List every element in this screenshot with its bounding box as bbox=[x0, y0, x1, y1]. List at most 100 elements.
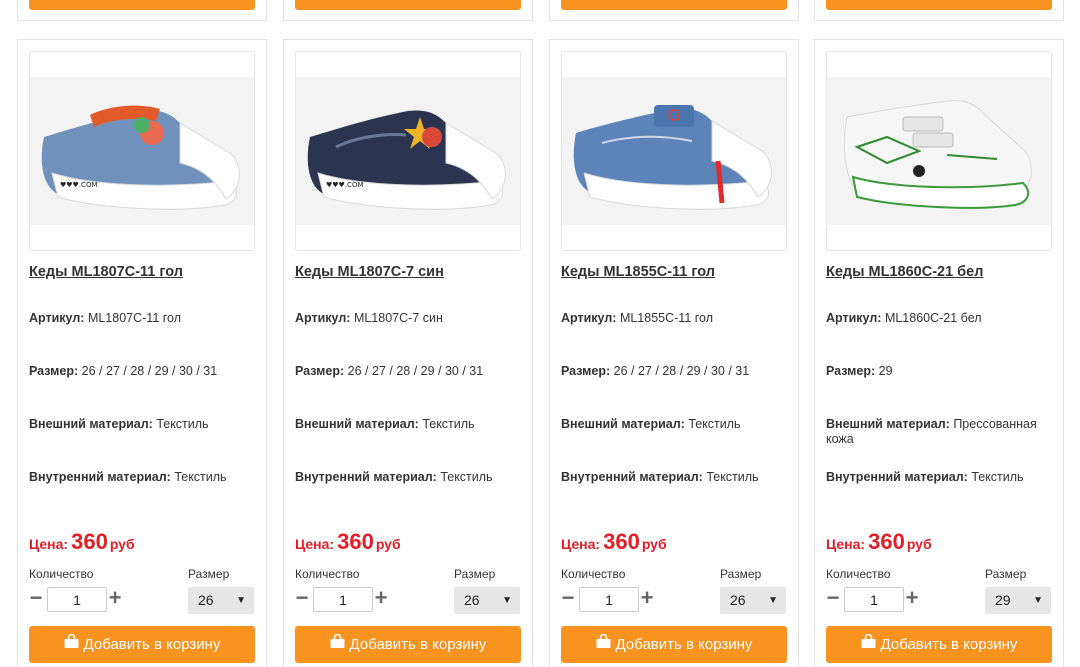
shoe-image: ♥♥♥.COM bbox=[41, 105, 240, 210]
sizes-row: Размер: 26 / 27 / 28 / 29 / 30 / 31 bbox=[29, 364, 257, 379]
size-select[interactable]: 26 ▼ bbox=[454, 587, 520, 614]
quantity-input[interactable] bbox=[579, 587, 639, 612]
price-label: Цена: bbox=[826, 536, 866, 552]
sizes-row: Размер: 26 / 27 / 28 / 29 / 30 / 31 bbox=[295, 364, 523, 379]
product-card: ♥♥♥.COM Кеды ML1807C-11 гол Артикул: ML1… bbox=[17, 39, 267, 667]
decrease-quantity-button[interactable]: − bbox=[29, 587, 43, 610]
article-label: Артикул: bbox=[295, 311, 351, 325]
price-currency: руб bbox=[641, 536, 667, 552]
shopping-bag-icon bbox=[64, 625, 79, 662]
size-select[interactable]: 26 ▼ bbox=[720, 587, 786, 614]
decrease-quantity-button[interactable]: − bbox=[561, 587, 575, 610]
add-to-cart-label: Добавить в корзину bbox=[83, 636, 221, 653]
quantity-input[interactable] bbox=[47, 587, 107, 612]
inner-material-row: Внутренний материал: Текстиль bbox=[295, 470, 523, 485]
shopping-bag-icon bbox=[596, 625, 611, 662]
add-to-cart-label: Добавить в корзину bbox=[880, 636, 1018, 653]
add-to-cart-button[interactable]: Добавить в корзину bbox=[826, 626, 1052, 663]
inner-material-row: Внутренний материал: Текстиль bbox=[561, 470, 789, 485]
shopping-bag-icon bbox=[330, 625, 345, 662]
inner-material-label: Внутренний материал: bbox=[295, 470, 437, 484]
add-to-cart-label: Добавить в корзину bbox=[615, 636, 753, 653]
quantity-label: Количество bbox=[29, 567, 94, 581]
add-to-cart-button[interactable]: Добавить в корзину bbox=[295, 626, 521, 663]
size-select-value: 26 bbox=[730, 592, 746, 608]
caret-down-icon: ▼ bbox=[768, 595, 778, 606]
quantity-label: Количество bbox=[826, 567, 891, 581]
size-select[interactable]: 29 ▼ bbox=[985, 587, 1051, 614]
previous-product-card bbox=[814, 0, 1064, 21]
outer-material-row: Внешний материал: Прессованная кожа bbox=[826, 417, 1054, 447]
sizes-value: 29 bbox=[878, 364, 893, 378]
article-value: ML1860C-21 бел bbox=[884, 311, 982, 325]
outer-material-row: Внешний материал: Текстиль bbox=[561, 417, 789, 432]
price: Цена: 360 руб bbox=[295, 529, 401, 555]
inner-material-value: Текстиль bbox=[174, 470, 227, 484]
inner-material-label: Внутренний материал: bbox=[561, 470, 703, 484]
sizes-label: Размер: bbox=[29, 364, 79, 378]
product-image[interactable] bbox=[561, 51, 787, 251]
product-grid: ♥♥♥.COM Кеды ML1807C-11 гол Артикул: ML1… bbox=[0, 0, 1080, 667]
article-row: Артикул: ML1860C-21 бел bbox=[826, 311, 1054, 326]
article-value: ML1855C-11 гол bbox=[619, 311, 714, 325]
increase-quantity-button[interactable]: + bbox=[373, 587, 389, 610]
inner-material-row: Внутренний материал: Текстиль bbox=[29, 470, 257, 485]
svg-text:♥♥♥.COM: ♥♥♥.COM bbox=[326, 181, 364, 189]
add-to-cart-button[interactable] bbox=[826, 0, 1052, 10]
caret-down-icon: ▼ bbox=[236, 595, 246, 606]
price-label: Цена: bbox=[295, 536, 335, 552]
outer-material-label: Внешний материал: bbox=[295, 417, 419, 431]
product-card: Кеды ML1855C-11 гол Артикул: ML1855C-11 … bbox=[549, 39, 799, 667]
sizes-row: Размер: 26 / 27 / 28 / 29 / 30 / 31 bbox=[561, 364, 789, 379]
outer-material-value: Текстиль bbox=[422, 417, 475, 431]
outer-material-label: Внешний материал: bbox=[826, 417, 950, 431]
product-title-link[interactable]: Кеды ML1807C-7 син bbox=[295, 264, 444, 280]
product-title-link[interactable]: Кеды ML1855C-11 гол bbox=[561, 264, 715, 280]
decrease-quantity-button[interactable]: − bbox=[295, 587, 309, 610]
add-to-cart-button[interactable] bbox=[29, 0, 255, 10]
product-image[interactable]: ♥♥♥.COM bbox=[29, 51, 255, 251]
increase-quantity-button[interactable]: + bbox=[639, 587, 655, 610]
add-to-cart-button[interactable]: Добавить в корзину bbox=[29, 626, 255, 663]
product-image[interactable] bbox=[826, 51, 1052, 251]
sizes-label: Размер: bbox=[826, 364, 876, 378]
previous-product-card bbox=[549, 0, 799, 21]
size-select[interactable]: 26 ▼ bbox=[188, 587, 254, 614]
quantity-input[interactable] bbox=[844, 587, 904, 612]
product-title-link[interactable]: Кеды ML1860C-21 бел bbox=[826, 264, 983, 280]
sizes-value: 26 / 27 / 28 / 29 / 30 / 31 bbox=[347, 364, 484, 378]
price-label: Цена: bbox=[561, 536, 601, 552]
add-to-cart-button[interactable] bbox=[295, 0, 521, 10]
inner-material-label: Внутренний материал: bbox=[29, 470, 171, 484]
price-value: 360 bbox=[868, 529, 905, 554]
add-to-cart-button[interactable] bbox=[561, 0, 787, 10]
inner-material-value: Текстиль bbox=[706, 470, 759, 484]
product-card: ♥♥♥.COM Кеды ML1807C-7 син Артикул: ML18… bbox=[283, 39, 533, 667]
decrease-quantity-button[interactable]: − bbox=[826, 587, 840, 610]
article-value: ML1807C-11 гол bbox=[87, 311, 182, 325]
shoe-image bbox=[843, 100, 1032, 209]
quantity-input[interactable] bbox=[313, 587, 373, 612]
increase-quantity-button[interactable]: + bbox=[904, 587, 920, 610]
size-select-label: Размер bbox=[985, 567, 1027, 581]
size-select-value: 26 bbox=[464, 592, 480, 608]
price-label: Цена: bbox=[29, 536, 69, 552]
product-title-link[interactable]: Кеды ML1807C-11 гол bbox=[29, 264, 183, 280]
size-select-value: 26 bbox=[198, 592, 214, 608]
price-value: 360 bbox=[337, 529, 374, 554]
price-value: 360 bbox=[71, 529, 108, 554]
sizes-row: Размер: 29 bbox=[826, 364, 1054, 379]
sizes-label: Размер: bbox=[561, 364, 611, 378]
increase-quantity-button[interactable]: + bbox=[107, 587, 123, 610]
article-row: Артикул: ML1855C-11 гол bbox=[561, 311, 789, 326]
quantity-label: Количество bbox=[295, 567, 360, 581]
size-select-value: 29 bbox=[995, 592, 1011, 608]
product-image[interactable]: ♥♥♥.COM bbox=[295, 51, 521, 251]
article-label: Артикул: bbox=[561, 311, 617, 325]
add-to-cart-button[interactable]: Добавить в корзину bbox=[561, 626, 787, 663]
caret-down-icon: ▼ bbox=[502, 595, 512, 606]
outer-material-value: Текстиль bbox=[156, 417, 209, 431]
article-value: ML1807C-7 син bbox=[353, 311, 443, 325]
article-row: Артикул: ML1807C-7 син bbox=[295, 311, 523, 326]
price-currency: руб bbox=[375, 536, 401, 552]
